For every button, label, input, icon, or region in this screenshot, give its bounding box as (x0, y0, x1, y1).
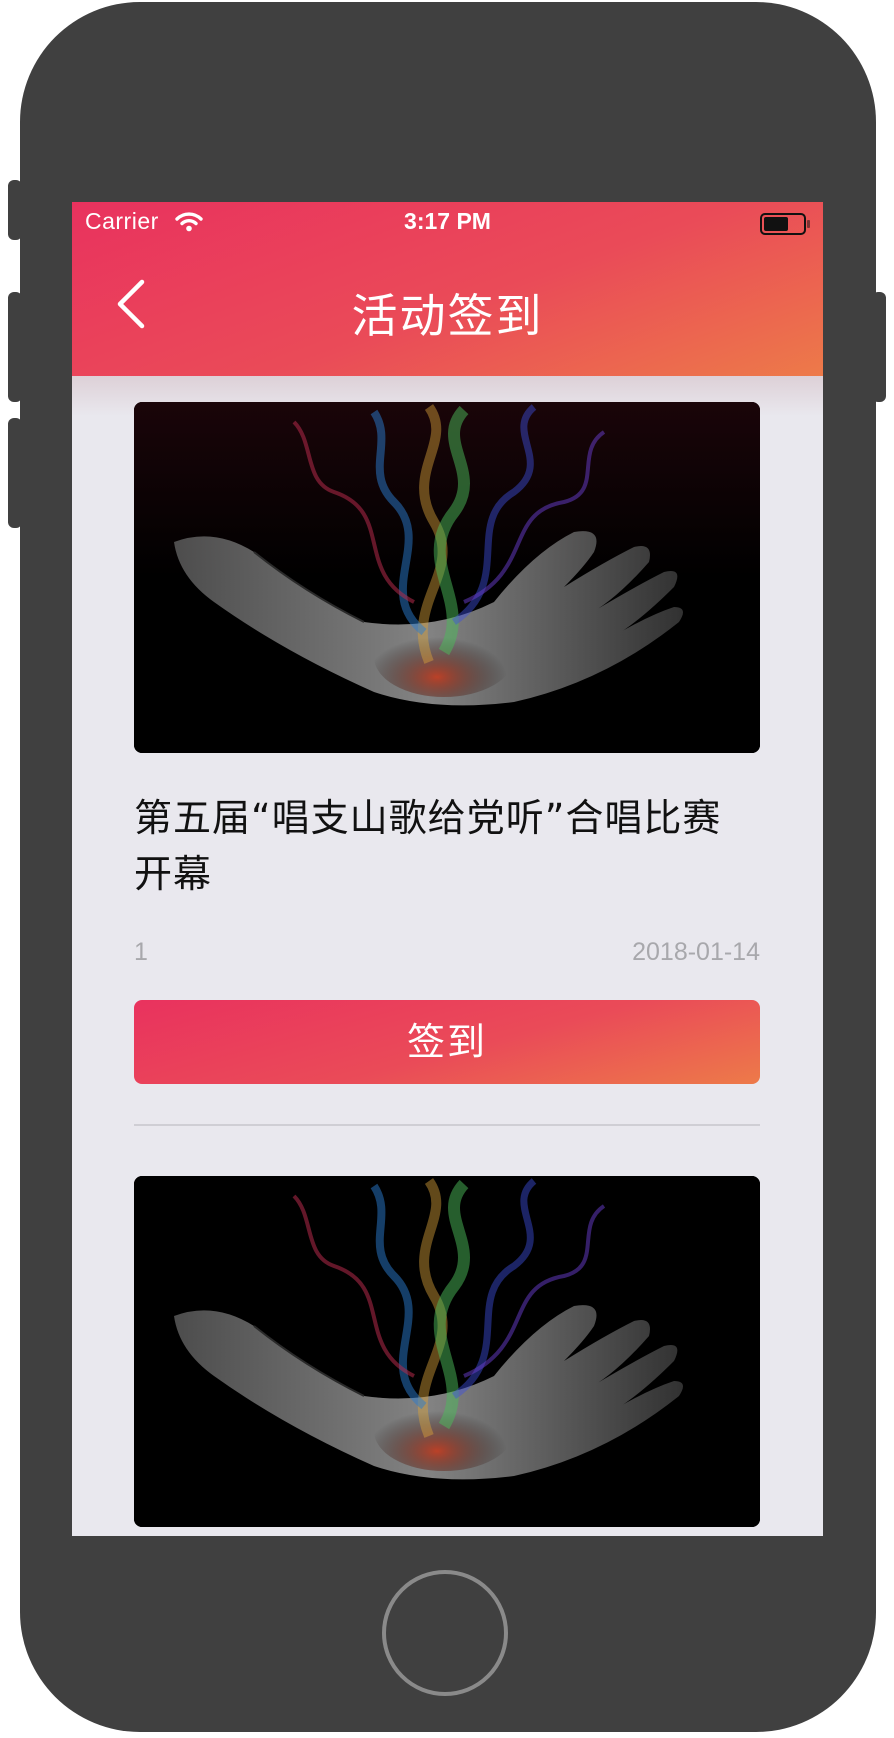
activity-image[interactable] (134, 402, 760, 753)
card-divider (134, 1124, 760, 1126)
sign-in-button[interactable]: 签到 (134, 1000, 760, 1084)
battery-icon (760, 213, 810, 235)
hand-with-rainbow-smoke-image (134, 402, 760, 753)
status-time: 3:17 PM (404, 208, 491, 234)
app-screen: Carrier 3:17 PM 活动签到 第五届“唱支山歌给党听”合唱比赛开幕 … (72, 202, 823, 1536)
participant-count: 1 (134, 938, 148, 966)
power-button (872, 292, 886, 402)
page-title: 活动签到 (351, 289, 544, 343)
activity-title: 第五届“唱支山歌给党听”合唱比赛开幕 (134, 796, 722, 896)
home-button[interactable] (382, 1570, 508, 1696)
activity-image[interactable] (134, 1176, 760, 1527)
volume-up-button (8, 292, 22, 402)
volume-down-button (8, 418, 22, 528)
status-bar: Carrier 3:17 PM (72, 202, 823, 242)
hand-with-rainbow-smoke-image (134, 1176, 760, 1527)
navigation-header: Carrier 3:17 PM 活动签到 (72, 202, 823, 376)
activity-date: 2018-01-14 (632, 938, 760, 966)
mute-switch (8, 180, 22, 240)
